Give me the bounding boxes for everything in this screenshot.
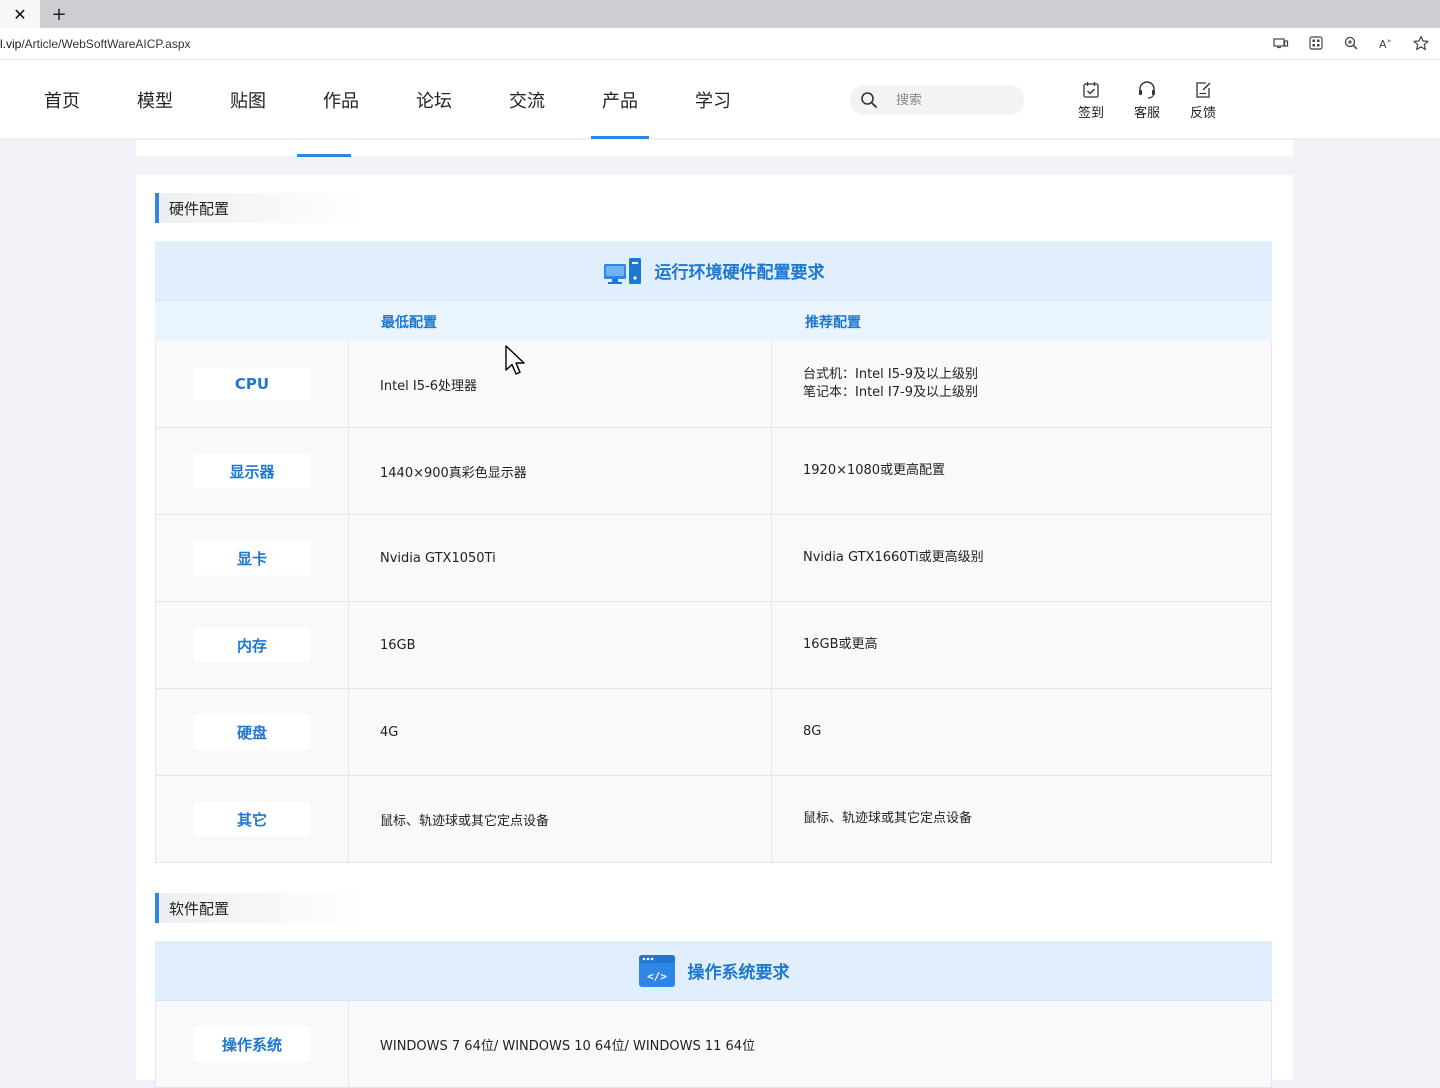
- site-header: 首页 模型 贴图 作品 论坛 交流 产品 学习 签到 客服: [0, 60, 1440, 139]
- favorite-star-icon[interactable]: [1412, 34, 1430, 52]
- table-row: 其它 鼠标、轨迹球或其它定点设备 鼠标、轨迹球或其它定点设备: [155, 776, 1272, 863]
- row-label: 内存: [194, 628, 310, 662]
- hardware-column-header: 最低配置 推荐配置: [155, 301, 1272, 341]
- rec-line: 鼠标、轨迹球或其它定点设备: [803, 811, 973, 826]
- row-rec-value: 8G: [772, 689, 1271, 775]
- table-row: 显示器 1440×900真彩色显示器 1920×1080或更高配置: [155, 428, 1272, 515]
- row-label: 显示器: [194, 454, 310, 488]
- row-min-value: 鼠标、轨迹球或其它定点设备: [349, 776, 772, 862]
- row-min-value: 16GB: [349, 602, 772, 688]
- software-table-title: 操作系统要求: [687, 963, 790, 983]
- row-min-value: Intel I5-6处理器: [349, 341, 772, 427]
- search-icon[interactable]: [860, 91, 878, 109]
- headset-icon: [1137, 80, 1157, 100]
- apps-icon[interactable]: [1307, 34, 1325, 52]
- row-rec-value: 台式机：Intel I5-9及以上级别 笔记本：Intel I7-9及以上级别: [772, 341, 1271, 427]
- url-text[interactable]: l.vip/Article/WebSoftWareAICP.aspx: [0, 37, 191, 51]
- row-rec-value: 1920×1080或更高配置: [772, 428, 1271, 514]
- table-row: 操作系统 WINDOWS 7 64位/ WINDOWS 10 64位/ WIND…: [155, 1001, 1272, 1088]
- table-row: CPU Intel I5-6处理器 台式机：Intel I5-9及以上级别 笔记…: [155, 341, 1272, 428]
- checkin-label: 签到: [1077, 106, 1104, 121]
- svg-text:</>: </>: [647, 970, 667, 983]
- table-row: 显卡 Nvidia GTX1050Ti Nvidia GTX1660Ti或更高级…: [155, 515, 1272, 602]
- rec-line: Nvidia GTX1660Ti或更高级别: [803, 550, 984, 565]
- read-aloud-icon[interactable]: A»: [1377, 34, 1395, 52]
- nav-item-works[interactable]: 作品: [323, 60, 359, 139]
- search-input[interactable]: [896, 92, 1016, 108]
- row-rec-value: Nvidia GTX1660Ti或更高级别: [772, 515, 1271, 601]
- address-bar[interactable]: l.vip/Article/WebSoftWareAICP.aspx A»: [0, 28, 1440, 60]
- nav-item-learn[interactable]: 学习: [695, 60, 731, 139]
- rec-line: 16GB或更高: [803, 637, 878, 652]
- row-min-value: Nvidia GTX1050Ti: [349, 515, 772, 601]
- feedback-button[interactable]: 反馈: [1175, 80, 1231, 121]
- table-row: 硬盘 4G 8G: [155, 689, 1272, 776]
- row-label: CPU: [194, 367, 310, 401]
- row-rec-value: 鼠标、轨迹球或其它定点设备: [772, 776, 1271, 862]
- nav-item-textures[interactable]: 贴图: [230, 60, 266, 139]
- url-path: /Article/WebSoftWareAICP.aspx: [21, 37, 191, 51]
- row-value: WINDOWS 7 64位/ WINDOWS 10 64位/ WINDOWS 1…: [380, 1038, 756, 1054]
- feedback-label: 反馈: [1189, 106, 1216, 121]
- code-window-icon: </>: [638, 954, 676, 988]
- svg-text:A: A: [1379, 38, 1387, 50]
- computer-icon: [603, 256, 643, 286]
- zoom-icon[interactable]: [1342, 34, 1360, 52]
- row-min-value: 4G: [349, 689, 772, 775]
- search-box[interactable]: [850, 85, 1024, 115]
- rec-line: 笔记本：Intel I7-9及以上级别: [803, 385, 978, 400]
- browser-tab-strip: ✕ +: [0, 0, 1440, 28]
- mouse-cursor-icon: [505, 345, 527, 381]
- rec-line: 8G: [803, 724, 822, 739]
- svg-text:»: »: [1387, 37, 1391, 45]
- support-button[interactable]: 客服: [1119, 80, 1175, 121]
- nav-item-exchange[interactable]: 交流: [509, 60, 545, 139]
- active-tab-indicator: [297, 154, 351, 157]
- new-tab-button[interactable]: +: [48, 3, 70, 25]
- reader-mode-icon[interactable]: [1272, 34, 1290, 52]
- support-label: 客服: [1133, 106, 1160, 121]
- column-recommended: 推荐配置: [805, 315, 861, 331]
- software-table-header: </> 操作系统要求: [155, 941, 1272, 1001]
- nav-item-forum[interactable]: 论坛: [416, 60, 452, 139]
- hardware-section-title: 硬件配置: [155, 193, 365, 223]
- main-nav: 首页 模型 贴图 作品 论坛 交流 产品 学习: [44, 60, 788, 139]
- table-row: 内存 16GB 16GB或更高: [155, 602, 1272, 689]
- software-section-title: 软件配置: [155, 893, 365, 923]
- hardware-table-header: 运行环境硬件配置要求: [155, 241, 1272, 301]
- row-label: 其它: [194, 802, 310, 836]
- nav-item-products[interactable]: 产品: [591, 60, 649, 139]
- row-min-value: 1440×900真彩色显示器: [349, 428, 772, 514]
- row-label: 显卡: [194, 541, 310, 575]
- row-label: 操作系统: [194, 1027, 310, 1061]
- row-rec-value: 16GB或更高: [772, 602, 1271, 688]
- rec-line: 台式机：Intel I5-9及以上级别: [803, 367, 978, 382]
- nav-item-models[interactable]: 模型: [137, 60, 173, 139]
- row-label: 硬盘: [194, 715, 310, 749]
- url-domain: l.vip: [0, 37, 22, 51]
- checkin-button[interactable]: 签到: [1063, 80, 1119, 121]
- column-minimum: 最低配置: [381, 315, 437, 331]
- hardware-table-title: 运行环境硬件配置要求: [654, 263, 825, 283]
- checkin-icon: [1082, 80, 1100, 100]
- close-tab-icon[interactable]: ✕: [0, 0, 40, 28]
- rec-line: 1920×1080或更高配置: [803, 463, 946, 478]
- feedback-icon: [1194, 80, 1212, 100]
- nav-item-home[interactable]: 首页: [44, 60, 80, 139]
